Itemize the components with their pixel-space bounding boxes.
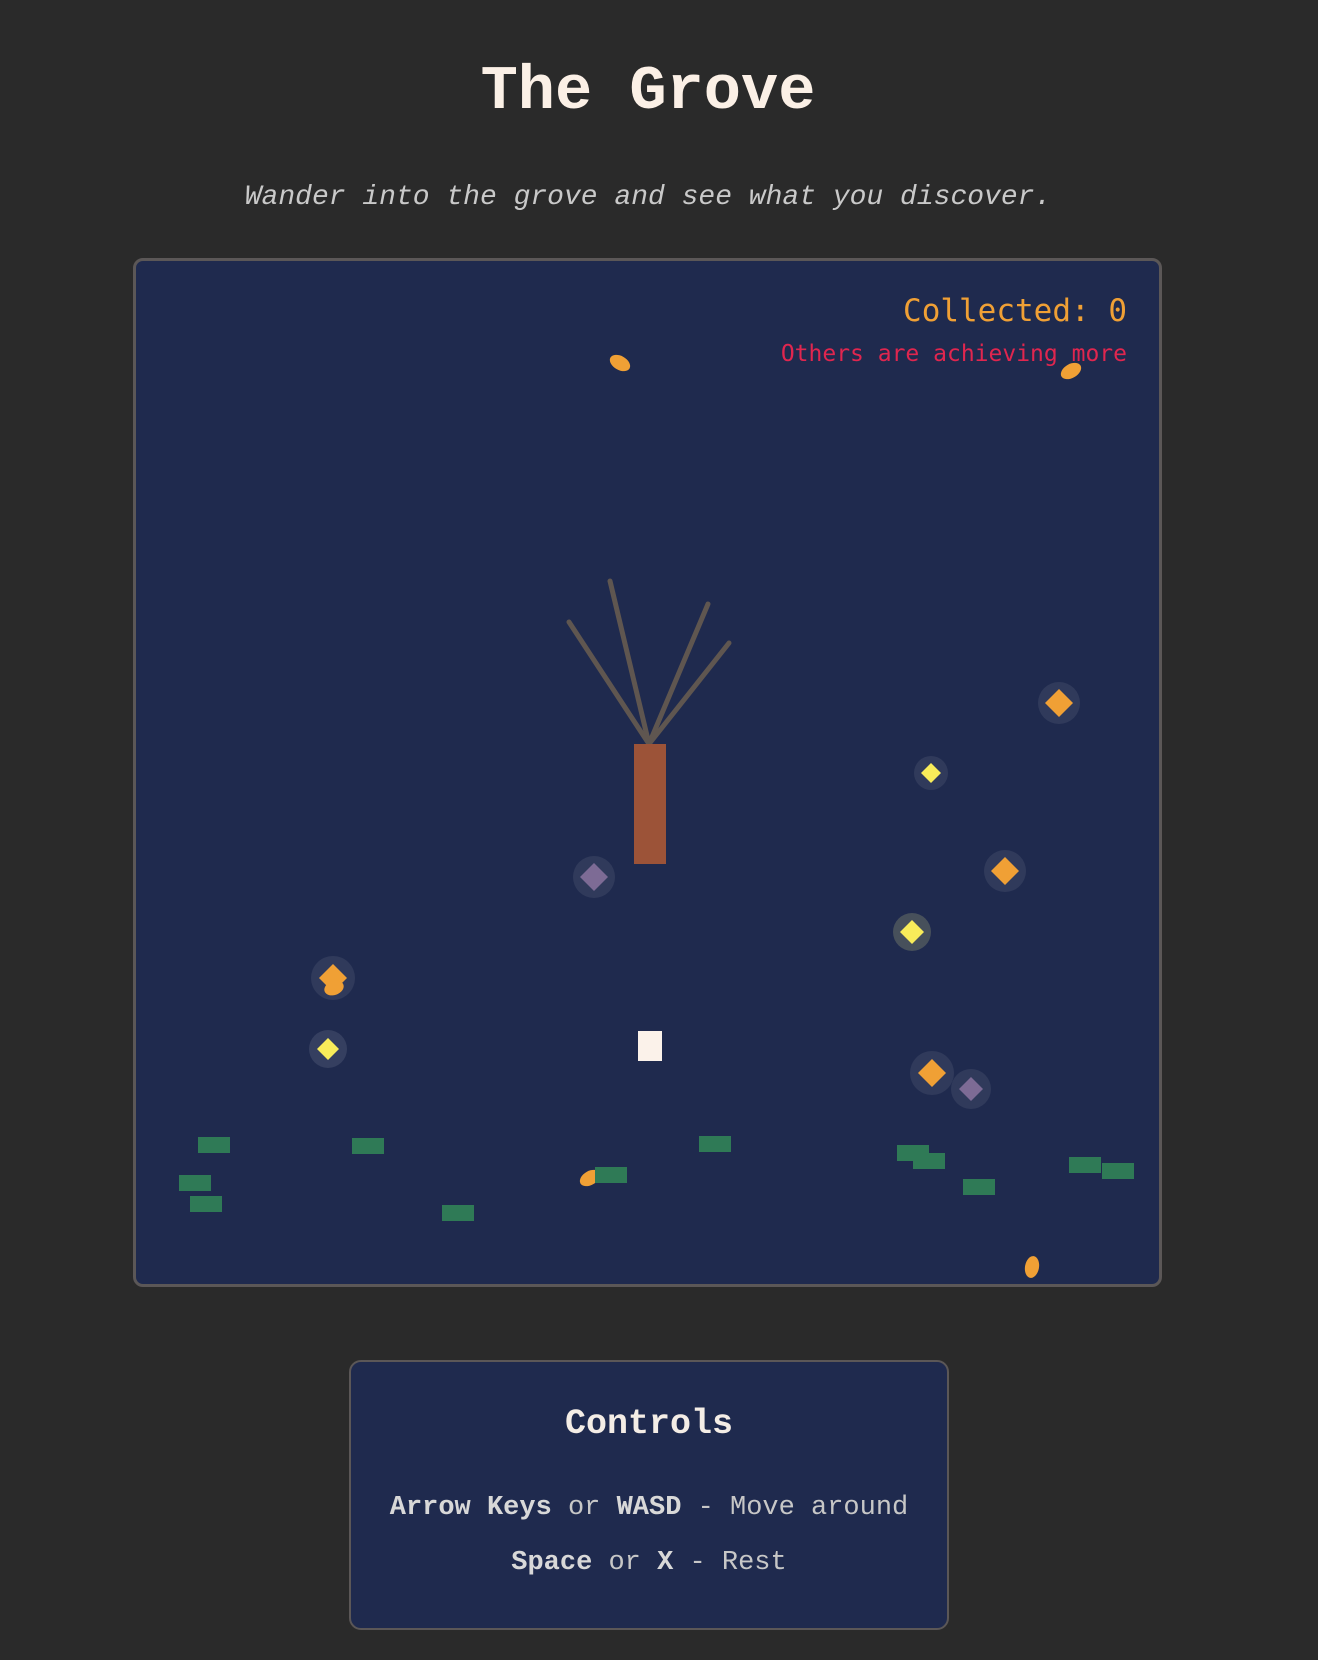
falling-leaf-icon xyxy=(609,354,631,372)
diamond-gem-icon[interactable] xyxy=(910,1051,954,1095)
page-title: The Grove xyxy=(480,56,816,127)
diamond-gem-icon[interactable] xyxy=(573,856,615,898)
bare-tree-icon xyxy=(566,578,732,864)
tree-branch xyxy=(646,601,711,747)
controls-title: Controls xyxy=(564,1404,734,1444)
tree-branch xyxy=(566,619,652,747)
key-space: Space xyxy=(511,1548,593,1578)
game-scene xyxy=(179,354,1134,1278)
diamond-gem-icon[interactable] xyxy=(984,850,1026,892)
key-arrow-keys: Arrow Keys xyxy=(389,1493,552,1523)
controls-separator: or xyxy=(567,1493,601,1523)
status-message: Others are achieving more xyxy=(780,341,1127,367)
tree-trunk xyxy=(634,744,666,864)
key-x: X xyxy=(657,1548,674,1578)
player-icon[interactable] xyxy=(638,1031,662,1061)
controls-panel: Controls Arrow Keys or WASD - Move aroun… xyxy=(349,1360,949,1630)
controls-move-line: Arrow Keys or WASD - Move around xyxy=(351,1490,947,1526)
diamond-gem-icon[interactable] xyxy=(951,1069,991,1109)
page-subtitle: Wander into the grove and see what you d… xyxy=(244,182,1052,213)
collected-counter: Collected: 0 xyxy=(903,293,1127,329)
tree-branch xyxy=(646,640,732,747)
controls-rest-line: Space or X - Rest xyxy=(351,1545,947,1581)
controls-rest-desc: - Rest xyxy=(689,1548,787,1578)
grass-tuft-icon xyxy=(179,1136,1134,1221)
diamond-gem-icon[interactable] xyxy=(893,913,931,951)
controls-separator: or xyxy=(608,1548,641,1578)
game-canvas[interactable]: Collected: 0 Others are achieving more xyxy=(133,258,1162,1287)
diamond-gem-icon[interactable] xyxy=(309,1030,347,1068)
diamond-gem-icon[interactable] xyxy=(914,756,948,790)
tree-branch xyxy=(607,578,652,747)
key-wasd: WASD xyxy=(616,1493,682,1523)
diamond-gem-icon[interactable] xyxy=(1038,682,1080,724)
controls-move-desc: - Move around xyxy=(697,1493,909,1523)
falling-leaf-icon xyxy=(1024,1256,1040,1278)
